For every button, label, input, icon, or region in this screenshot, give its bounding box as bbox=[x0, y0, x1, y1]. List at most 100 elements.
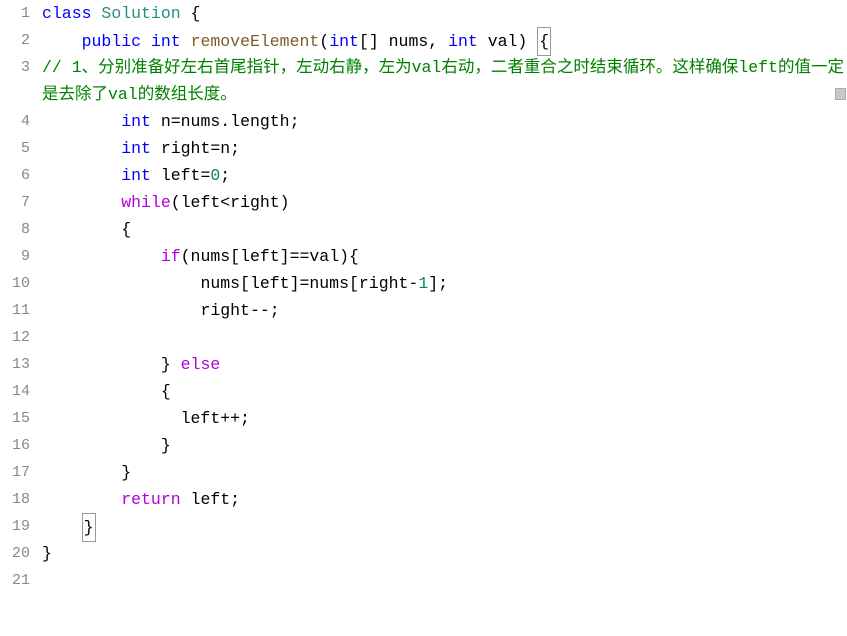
literal-zero: 0 bbox=[210, 166, 220, 185]
semicolon: ; bbox=[438, 274, 448, 293]
semicolon: ; bbox=[230, 490, 240, 509]
brace-close: } bbox=[161, 436, 171, 455]
line-number: 16 bbox=[0, 432, 30, 459]
comment-ident-val: val bbox=[412, 58, 442, 77]
line-number: 6 bbox=[0, 162, 30, 189]
code-line[interactable]: int left=0; bbox=[38, 162, 847, 189]
prop-length: length bbox=[230, 112, 289, 131]
var-n: n bbox=[161, 112, 171, 131]
code-line[interactable]: return left; bbox=[38, 486, 847, 513]
op-eq: = bbox=[200, 166, 210, 185]
comma: , bbox=[428, 32, 438, 51]
ident-right: right bbox=[230, 193, 280, 212]
brace-close: } bbox=[161, 355, 171, 374]
code-line[interactable]: nums[left]=nums[right-1]; bbox=[38, 270, 847, 297]
line-number: 7 bbox=[0, 189, 30, 216]
line-number: 2 bbox=[0, 27, 30, 54]
code-line[interactable]: while(left<right) bbox=[38, 189, 847, 216]
code-line[interactable]: left++; bbox=[38, 405, 847, 432]
brace-open-cursor: { bbox=[537, 27, 551, 56]
line-number: 1 bbox=[0, 0, 30, 27]
line-gutter: 1 2 3 4 5 6 7 8 9 10 11 12 13 14 15 16 1… bbox=[0, 0, 38, 636]
brace-open: { bbox=[349, 247, 359, 266]
line-number: 21 bbox=[0, 567, 30, 594]
bracket-open: [ bbox=[230, 247, 240, 266]
comment-ident-left: left bbox=[738, 58, 778, 77]
code-line[interactable]: } else bbox=[38, 351, 847, 378]
keyword-while: while bbox=[121, 193, 171, 212]
semicolon: ; bbox=[230, 139, 240, 158]
ident-left: left bbox=[181, 193, 221, 212]
comment-text: 的数组长度。 bbox=[138, 85, 237, 104]
ident-right: right bbox=[359, 274, 409, 293]
var-right: right bbox=[161, 139, 211, 158]
line-number: 10 bbox=[0, 270, 30, 297]
type-int: int bbox=[151, 32, 181, 51]
code-line[interactable]: // 1、分别准备好左右首尾指针，左动右静，左为val右动，二者重合之时结束循环… bbox=[38, 54, 847, 108]
type-int: int bbox=[121, 112, 151, 131]
bracket-close: ] bbox=[290, 274, 300, 293]
code-editor: 1 2 3 4 5 6 7 8 9 10 11 12 13 14 15 16 1… bbox=[0, 0, 847, 636]
code-line[interactable]: { bbox=[38, 378, 847, 405]
bracket-open: [ bbox=[240, 274, 250, 293]
line-number: 11 bbox=[0, 297, 30, 324]
bracket-close: ] bbox=[428, 274, 438, 293]
op-lt: < bbox=[220, 193, 230, 212]
code-content[interactable]: class Solution { public int removeElemen… bbox=[38, 0, 847, 636]
code-line[interactable]: right--; bbox=[38, 297, 847, 324]
keyword-class: class bbox=[42, 4, 92, 23]
line-number: 18 bbox=[0, 486, 30, 513]
brace-close: } bbox=[42, 544, 52, 563]
paren-close: ) bbox=[339, 247, 349, 266]
bracket-close: ] bbox=[280, 247, 290, 266]
scrollbar-thumb[interactable] bbox=[835, 88, 846, 100]
ident-left: left bbox=[191, 490, 231, 509]
code-line[interactable]: } bbox=[38, 459, 847, 486]
type-int: int bbox=[448, 32, 478, 51]
code-line[interactable]: { bbox=[38, 216, 847, 243]
line-number: 8 bbox=[0, 216, 30, 243]
code-line[interactable]: } bbox=[38, 513, 847, 540]
keyword-return: return bbox=[121, 490, 180, 509]
code-line[interactable]: } bbox=[38, 432, 847, 459]
code-line[interactable]: } bbox=[38, 540, 847, 567]
ident-val: val bbox=[309, 247, 339, 266]
code-line[interactable]: int n=nums.length; bbox=[38, 108, 847, 135]
ident-n: n bbox=[220, 139, 230, 158]
type-int: int bbox=[121, 139, 151, 158]
op-eq: = bbox=[171, 112, 181, 131]
line-number: 13 bbox=[0, 351, 30, 378]
dot: . bbox=[220, 112, 230, 131]
paren-close: ) bbox=[280, 193, 290, 212]
var-left: left bbox=[161, 166, 201, 185]
semicolon: ; bbox=[290, 112, 300, 131]
semicolon: ; bbox=[220, 166, 230, 185]
code-line[interactable]: class Solution { bbox=[38, 0, 847, 27]
op-dec: -- bbox=[250, 301, 270, 320]
method-name: removeElement bbox=[191, 32, 320, 51]
line-number: 5 bbox=[0, 135, 30, 162]
ident-nums: nums bbox=[309, 274, 349, 293]
op-inc: ++ bbox=[220, 409, 240, 428]
line-number: 19 bbox=[0, 513, 30, 540]
code-line[interactable]: if(nums[left]==val){ bbox=[38, 243, 847, 270]
line-number: 4 bbox=[0, 108, 30, 135]
type-int: int bbox=[329, 32, 359, 51]
code-line[interactable] bbox=[38, 324, 847, 351]
line-number: 12 bbox=[0, 324, 30, 351]
brace-open: { bbox=[191, 4, 201, 23]
keyword-if: if bbox=[161, 247, 181, 266]
keyword-public: public bbox=[82, 32, 141, 51]
op-minus: - bbox=[408, 274, 418, 293]
code-line[interactable]: int right=n; bbox=[38, 135, 847, 162]
paren-open: ( bbox=[319, 32, 329, 51]
line-number: 15 bbox=[0, 405, 30, 432]
code-line[interactable] bbox=[38, 567, 847, 594]
line-number: 20 bbox=[0, 540, 30, 567]
code-line[interactable]: public int removeElement(int[] nums, int… bbox=[38, 27, 847, 54]
paren-close: ) bbox=[517, 32, 527, 51]
comment-text: 右动，二者重合之时结束循环。这样确保 bbox=[441, 58, 738, 77]
ident-left: left bbox=[181, 409, 221, 428]
brace-close: } bbox=[121, 463, 131, 482]
ident-left: left bbox=[250, 274, 290, 293]
